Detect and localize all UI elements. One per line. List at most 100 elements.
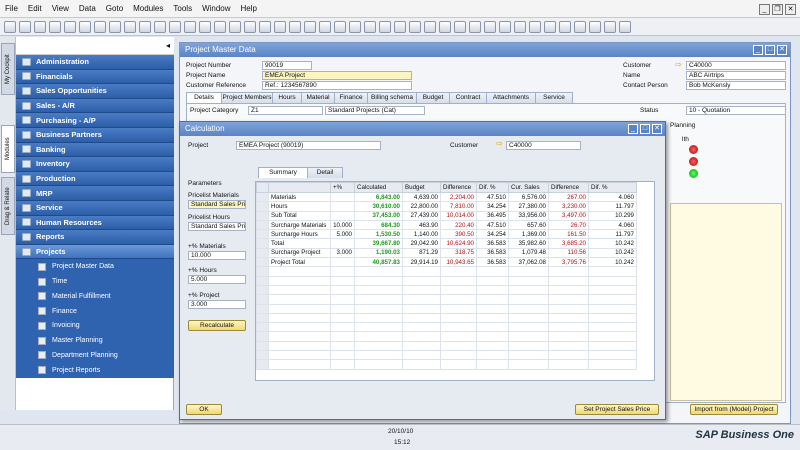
table-row[interactable]: Sub Total 37,453.00 27,439.00 10,014.00 36.4… xyxy=(256,210,637,221)
toolbar-button-icon[interactable] xyxy=(334,20,346,33)
toolbar-button-icon[interactable] xyxy=(574,20,586,33)
row-selector[interactable] xyxy=(256,238,269,249)
toolbar-button-icon[interactable] xyxy=(109,20,121,33)
row-selector[interactable] xyxy=(256,210,269,221)
customer-reference-field[interactable]: Ref.: 1234567890 xyxy=(262,81,412,90)
recalculate-button[interactable]: Recalculate xyxy=(188,320,246,331)
module-sales-a-r[interactable]: Sales - A/R xyxy=(16,98,174,114)
table-row[interactable]: Materials 6,843.00 4,639.00 2,204.00 47.510 6… xyxy=(256,191,637,203)
toolbar-button-icon[interactable] xyxy=(229,20,241,33)
project-number-field[interactable]: 90019 xyxy=(262,61,312,70)
toolbar-button-icon[interactable] xyxy=(409,20,421,33)
menu-modules[interactable]: Modules xyxy=(128,4,168,13)
submenu-master-planning[interactable]: Master Planning xyxy=(16,333,174,349)
toolbar-button-icon[interactable] xyxy=(94,20,106,33)
toolbar-button-icon[interactable] xyxy=(139,20,151,33)
table-row[interactable]: Project Total 40,857.83 29,914.19 10,943.65… xyxy=(256,257,637,268)
close-icon[interactable]: ✕ xyxy=(652,124,662,134)
minimize-icon[interactable]: _ xyxy=(759,4,770,15)
toolbar-button-icon[interactable] xyxy=(514,20,526,33)
submenu-project-reports[interactable]: Project Reports xyxy=(16,362,174,378)
toolbar-button-icon[interactable] xyxy=(169,20,181,33)
customer-name-field[interactable]: ABC Airtrips xyxy=(686,71,786,80)
menu-help[interactable]: Help xyxy=(236,4,262,13)
row-selector[interactable] xyxy=(256,191,269,203)
minimize-icon[interactable]: _ xyxy=(753,45,763,55)
submenu-time[interactable]: Time xyxy=(16,274,174,289)
collapse-arrow-icon[interactable]: ◂ xyxy=(16,37,174,55)
menu-data[interactable]: Data xyxy=(74,4,101,13)
toolbar-button-icon[interactable] xyxy=(79,20,91,33)
module-sales-opportunities[interactable]: Sales Opportunities xyxy=(16,84,174,99)
tab-attachments[interactable]: Attachments xyxy=(486,92,536,103)
tab-budget[interactable]: Budget xyxy=(416,92,450,103)
restore-icon[interactable]: ❐ xyxy=(772,4,783,15)
column-header[interactable]: Difference xyxy=(440,182,477,193)
tab-billing-schema[interactable]: Billing schema xyxy=(367,92,417,103)
maximize-icon[interactable]: □ xyxy=(640,124,650,134)
submenu-material-fulfillment[interactable]: Material Fulfillment xyxy=(16,288,174,304)
tab-service[interactable]: Service xyxy=(535,92,573,103)
tab-modules[interactable]: Modules xyxy=(1,125,15,173)
toolbar-button-icon[interactable] xyxy=(259,20,271,33)
toolbar-button-icon[interactable] xyxy=(439,20,451,33)
toolbar-button-icon[interactable] xyxy=(589,20,601,33)
toolbar-button-icon[interactable] xyxy=(529,20,541,33)
tab-details[interactable]: Details xyxy=(186,92,222,103)
toolbar-button-icon[interactable] xyxy=(214,20,226,33)
toolbar-button-icon[interactable] xyxy=(364,20,376,33)
tab-my-cockpit[interactable]: My Cockpit xyxy=(1,43,15,95)
submenu-invoicing[interactable]: Invoicing xyxy=(16,318,174,334)
remarks-area[interactable] xyxy=(670,203,782,401)
column-header[interactable]: Difference xyxy=(548,182,589,193)
toolbar-button-icon[interactable] xyxy=(619,20,631,33)
tab-contract[interactable]: Contract xyxy=(449,92,487,103)
toolbar-button-icon[interactable] xyxy=(244,20,256,33)
menu-tools[interactable]: Tools xyxy=(168,4,197,13)
module-human-resources[interactable]: Human Resources xyxy=(16,215,174,231)
module-financials[interactable]: Financials xyxy=(16,69,174,85)
toolbar-button-icon[interactable] xyxy=(349,20,361,33)
module-administration[interactable]: Administration xyxy=(16,55,174,70)
plus-project-field[interactable]: 3.000 xyxy=(188,300,246,309)
column-header[interactable] xyxy=(268,182,331,193)
status-select[interactable]: 10 - Quotation xyxy=(686,106,786,115)
set-project-sales-price-button[interactable]: Set Project Sales Price xyxy=(575,404,659,415)
customer-field[interactable]: C40000 xyxy=(686,61,786,70)
row-selector[interactable] xyxy=(256,229,269,240)
toolbar-button-icon[interactable] xyxy=(394,20,406,33)
row-selector[interactable] xyxy=(256,219,269,231)
table-row[interactable]: Surcharge Project 3.000 1,190.03 871.29 318.… xyxy=(256,247,637,259)
toolbar-button-icon[interactable] xyxy=(199,20,211,33)
module-purchasing-a-p[interactable]: Purchasing - A/P xyxy=(16,113,174,128)
tab-project-members[interactable]: Project Members xyxy=(221,92,273,103)
toolbar-button-icon[interactable] xyxy=(4,20,16,33)
plus-hours-field[interactable]: 5.000 xyxy=(188,275,246,284)
toolbar-button-icon[interactable] xyxy=(154,20,166,33)
toolbar-button-icon[interactable] xyxy=(274,20,286,33)
ok-button[interactable]: OK xyxy=(186,404,222,415)
module-inventory[interactable]: Inventory xyxy=(16,157,174,172)
toolbar-button-icon[interactable] xyxy=(484,20,496,33)
pricelist-hours-select[interactable]: Standard Sales Pric xyxy=(188,222,246,231)
toolbar-button-icon[interactable] xyxy=(424,20,436,33)
toolbar-button-icon[interactable] xyxy=(604,20,616,33)
submenu-department-planning[interactable]: Department Planning xyxy=(16,348,174,363)
column-header[interactable]: Budget xyxy=(402,182,441,193)
row-selector[interactable] xyxy=(256,247,269,259)
pricelist-materials-select[interactable]: Standard Sales Pric xyxy=(188,200,246,209)
link-arrow-icon[interactable]: ⇨ xyxy=(496,139,503,148)
minimize-icon[interactable]: _ xyxy=(628,124,638,134)
module-reports[interactable]: Reports xyxy=(16,230,174,245)
toolbar-button-icon[interactable] xyxy=(64,20,76,33)
submenu-finance[interactable]: Finance xyxy=(16,303,174,319)
module-business-partners[interactable]: Business Partners xyxy=(16,127,174,143)
tab-material[interactable]: Material xyxy=(301,92,335,103)
toolbar-button-icon[interactable] xyxy=(379,20,391,33)
column-header[interactable]: Calculated xyxy=(354,182,403,193)
module-mrp[interactable]: MRP xyxy=(16,186,174,201)
toolbar-button-icon[interactable] xyxy=(34,20,46,33)
toolbar-button-icon[interactable] xyxy=(19,20,31,33)
table-row[interactable]: Surcharge Hours 5.000 1,530.50 1,140.00 390.… xyxy=(256,229,637,240)
contact-person-field[interactable]: Bob McKensly xyxy=(686,81,786,90)
